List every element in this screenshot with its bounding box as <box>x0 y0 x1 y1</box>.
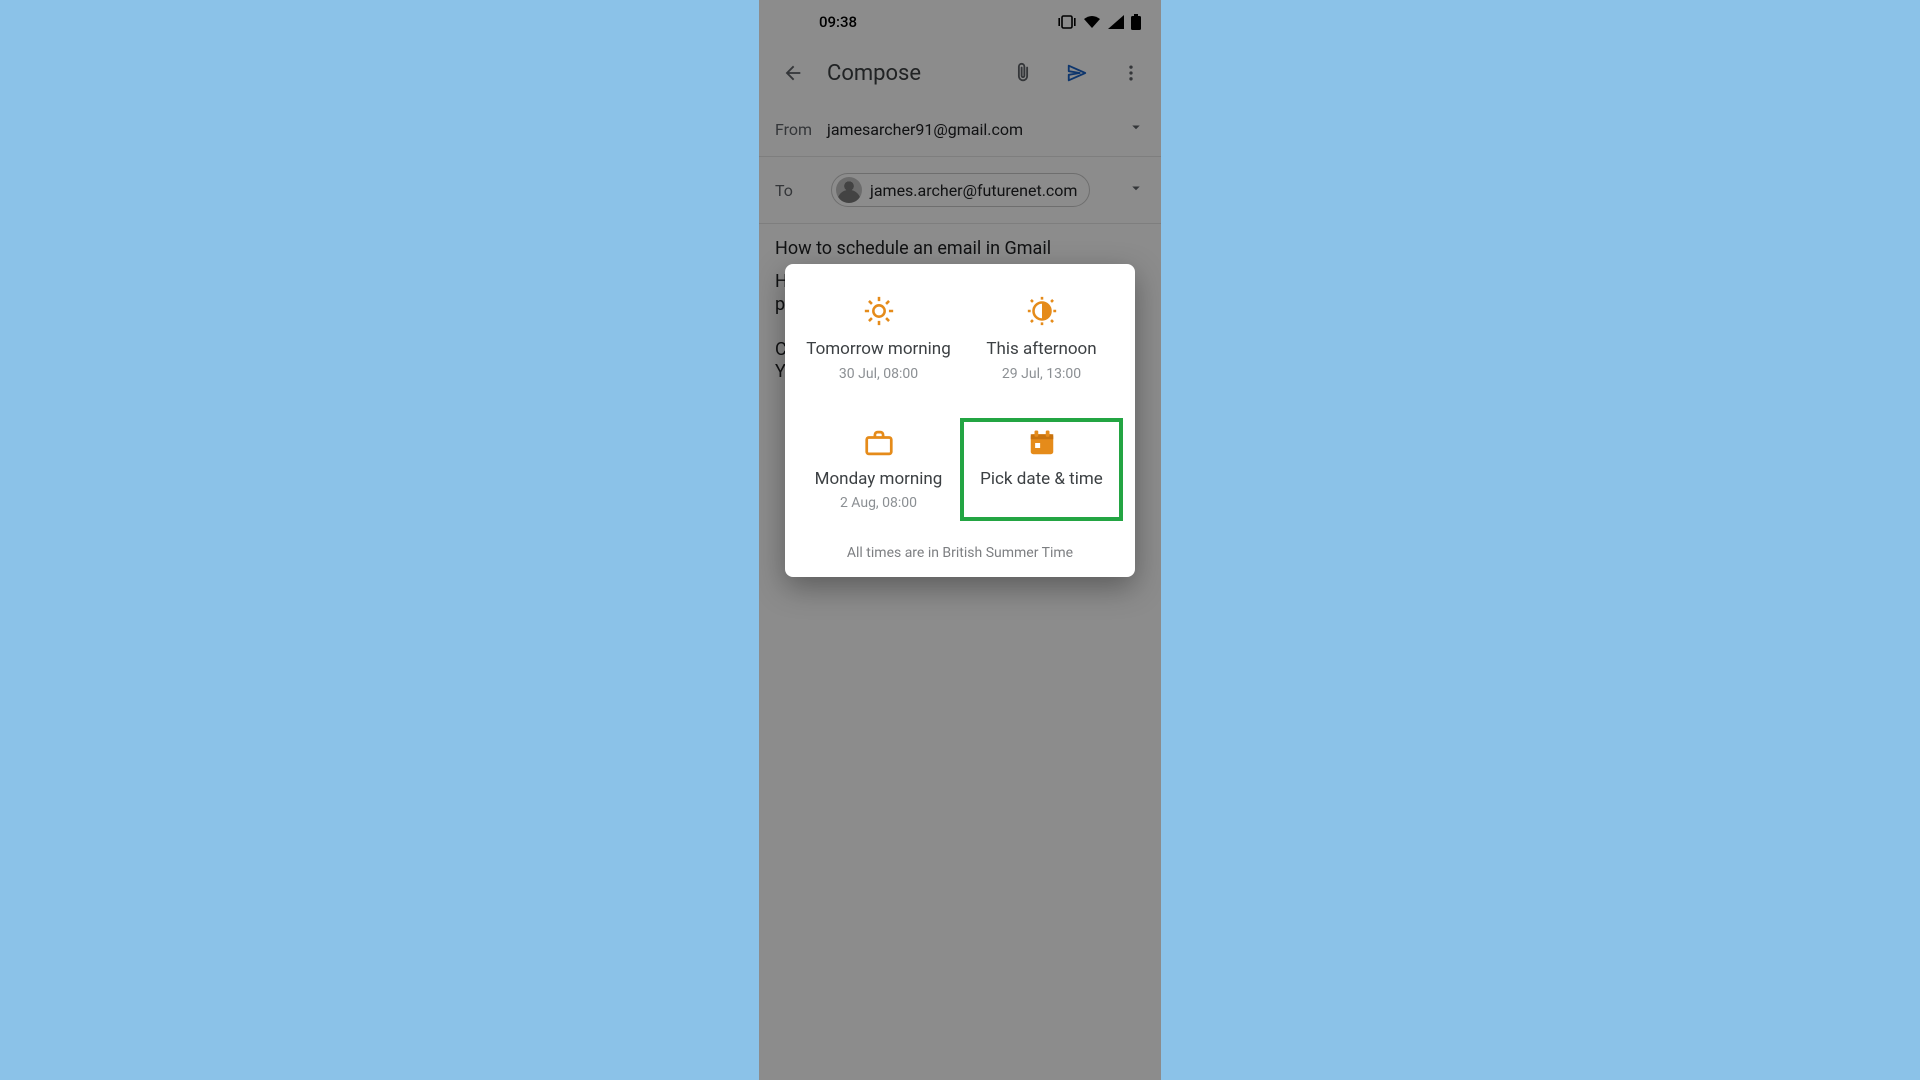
option-title: Tomorrow morning <box>806 340 950 360</box>
option-title: Monday morning <box>815 470 943 490</box>
timezone-note: All times are in British Summer Time <box>797 545 1123 561</box>
option-title: This afternoon <box>986 340 1096 360</box>
option-subtitle: 2 Aug, 08:00 <box>840 495 917 511</box>
schedule-option-tomorrow-morning[interactable]: Tomorrow morning 30 Jul, 08:00 <box>797 284 960 392</box>
option-subtitle: 30 Jul, 08:00 <box>839 366 918 382</box>
briefcase-icon <box>862 428 896 458</box>
phone-frame: 09:38 Compose <box>759 0 1161 1080</box>
sun-gear-icon <box>862 294 896 328</box>
calendar-icon <box>1027 428 1057 458</box>
schedule-send-dialog: Tomorrow morning 30 Jul, 08:00 This afte… <box>785 264 1135 577</box>
schedule-option-this-afternoon[interactable]: This afternoon 29 Jul, 13:00 <box>960 284 1123 392</box>
sun-half-icon <box>1025 294 1059 328</box>
schedule-option-monday-morning[interactable]: Monday morning 2 Aug, 08:00 <box>797 418 960 522</box>
option-title: Pick date & time <box>980 470 1103 490</box>
option-subtitle: 29 Jul, 13:00 <box>1002 366 1081 382</box>
schedule-option-pick-date-time[interactable]: Pick date & time <box>960 418 1123 522</box>
